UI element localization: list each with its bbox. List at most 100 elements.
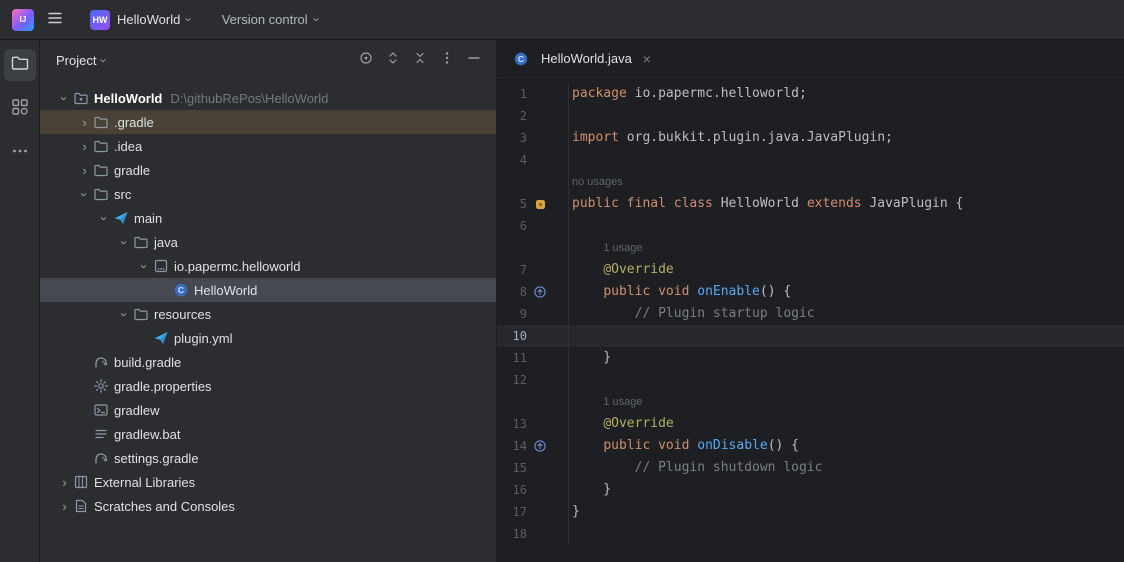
chevron-right-icon[interactable]: › [76,163,93,178]
code-text[interactable] [568,149,1124,171]
code-text[interactable]: } [568,479,1124,501]
code-token: public final class [572,193,713,215]
options-button[interactable] [435,48,459,72]
code-line: 13 @Override [497,413,1124,435]
code-text[interactable]: @Override [568,413,1124,435]
inlay-hint-line: 1 usage [497,391,1124,413]
more-tools-tool-button[interactable] [4,137,36,169]
tree-item-resources[interactable]: ›resources [40,302,496,326]
code-text[interactable]: public void onEnable() { [568,281,1124,303]
code-text[interactable]: } [568,501,1124,523]
code-text[interactable]: // Plugin startup logic [568,303,1124,325]
editor-code[interactable]: 1package io.papermc.helloworld;23import … [497,78,1124,562]
usage-hint[interactable]: no usages [572,171,623,193]
code-text[interactable]: 1 usage [568,237,1124,259]
line-number: 1 [497,83,527,105]
hide-button[interactable] [462,48,486,72]
code-token: JavaPlugin { [862,193,964,215]
chevron-down-icon[interactable]: › [117,306,132,323]
tree-item-gradle[interactable]: ›.gradle [40,110,496,134]
code-text[interactable]: @Override [568,259,1124,281]
tree-item-scratches-and-consoles[interactable]: ›Scratches and Consoles [40,494,496,518]
tree-item-external-libraries[interactable]: ›External Libraries [40,470,496,494]
tab-helloworld-java[interactable]: C HelloWorld.java × [503,40,661,77]
select-opened-file-button[interactable] [354,48,378,72]
code-text[interactable] [568,523,1124,545]
code-token: } [572,347,611,369]
tree-item-helloworld[interactable]: CHelloWorld [40,278,496,302]
vcs-widget[interactable]: Version control › [214,5,327,35]
project-widget-label: HelloWorld [117,12,180,27]
class-icon: C [173,282,189,298]
inlay-hint-line: no usages [497,171,1124,193]
tree-item-java[interactable]: ›java [40,230,496,254]
code-line: 18 [497,523,1124,545]
project-tool-button[interactable] [4,49,36,81]
tree-item-plugin-yml[interactable]: plugin.yml [40,326,496,350]
tree-item-helloworld[interactable]: ›HelloWorldD:\githubRePos\HelloWorld [40,86,496,110]
override-gutter-icon[interactable] [527,286,553,298]
scratches-icon [73,498,89,514]
more-tools-icon [10,141,30,166]
code-text[interactable]: package io.papermc.helloworld; [568,83,1124,105]
tree-item-idea[interactable]: ›.idea [40,134,496,158]
intellij-logo-text: IJ [20,15,27,24]
code-text[interactable]: no usages [568,171,1124,193]
project-icon [10,53,30,78]
code-text[interactable]: 1 usage [568,391,1124,413]
code-text[interactable]: public void onDisable() { [568,435,1124,457]
modules-tool-button[interactable] [4,93,36,125]
chevron-down-icon[interactable]: › [137,258,152,275]
usage-hint[interactable]: 1 usage [603,391,642,413]
main-menu-button[interactable] [40,5,70,35]
line-number: 7 [497,259,527,281]
code-text[interactable]: import org.bukkit.plugin.java.JavaPlugin… [568,127,1124,149]
chevron-right-icon[interactable]: › [56,499,73,514]
chevron-down-icon: › [183,17,196,21]
code-token: public [603,435,650,457]
code-text[interactable] [568,215,1124,237]
tree-item-gradle-properties[interactable]: gradle.properties [40,374,496,398]
chevron-right-icon[interactable]: › [56,475,73,490]
library-icon [73,474,89,490]
line-number: 5 [497,193,527,215]
expand-all-button[interactable] [381,48,405,72]
folder-icon [93,162,109,178]
tree-item-main[interactable]: ›main [40,206,496,230]
tree-item-src[interactable]: ›src [40,182,496,206]
chevron-down-icon[interactable]: › [77,186,92,203]
code-text[interactable]: public final class HelloWorld extends Ja… [568,193,1124,215]
svg-text:C: C [178,285,184,295]
intellij-logo-icon[interactable]: IJ [12,9,34,31]
chevron-right-icon[interactable]: › [76,139,93,154]
tree-item-io-papermc-helloworld[interactable]: ›io.papermc.helloworld [40,254,496,278]
chevron-down-icon[interactable]: › [57,90,72,107]
override-gutter-icon[interactable] [527,440,553,452]
code-text[interactable] [568,105,1124,127]
close-tab-icon[interactable]: × [643,51,651,67]
tree-item-build-gradle[interactable]: build.gradle [40,350,496,374]
tree-item-gradlew[interactable]: gradlew [40,398,496,422]
project-tree: ›HelloWorldD:\githubRePos\HelloWorld›.gr… [40,80,496,562]
code-line: 17} [497,501,1124,523]
hide-icon [466,50,482,71]
chevron-down-icon[interactable]: › [117,234,132,251]
tree-item-gradlew-bat[interactable]: gradlew.bat [40,422,496,446]
project-panel-title[interactable]: Project [56,53,96,68]
code-text[interactable]: } [568,347,1124,369]
tree-item-gradle[interactable]: ›gradle [40,158,496,182]
chevron-down-icon[interactable]: › [97,210,112,227]
code-text[interactable] [568,369,1124,391]
chevron-right-icon[interactable]: › [76,115,93,130]
collapse-all-button[interactable] [408,48,432,72]
code-text[interactable]: // Plugin shutdown logic [568,457,1124,479]
project-widget[interactable]: HW HelloWorld › [82,5,200,35]
code-token: void [658,435,689,457]
code-line: 4 [497,149,1124,171]
code-text[interactable] [568,325,1124,347]
usage-hint[interactable]: 1 usage [603,237,642,259]
plugin-class-gutter-icon[interactable] [527,199,553,210]
tree-item-settings-gradle[interactable]: settings.gradle [40,446,496,470]
code-token [572,281,603,303]
code-line: 10 [497,325,1124,347]
